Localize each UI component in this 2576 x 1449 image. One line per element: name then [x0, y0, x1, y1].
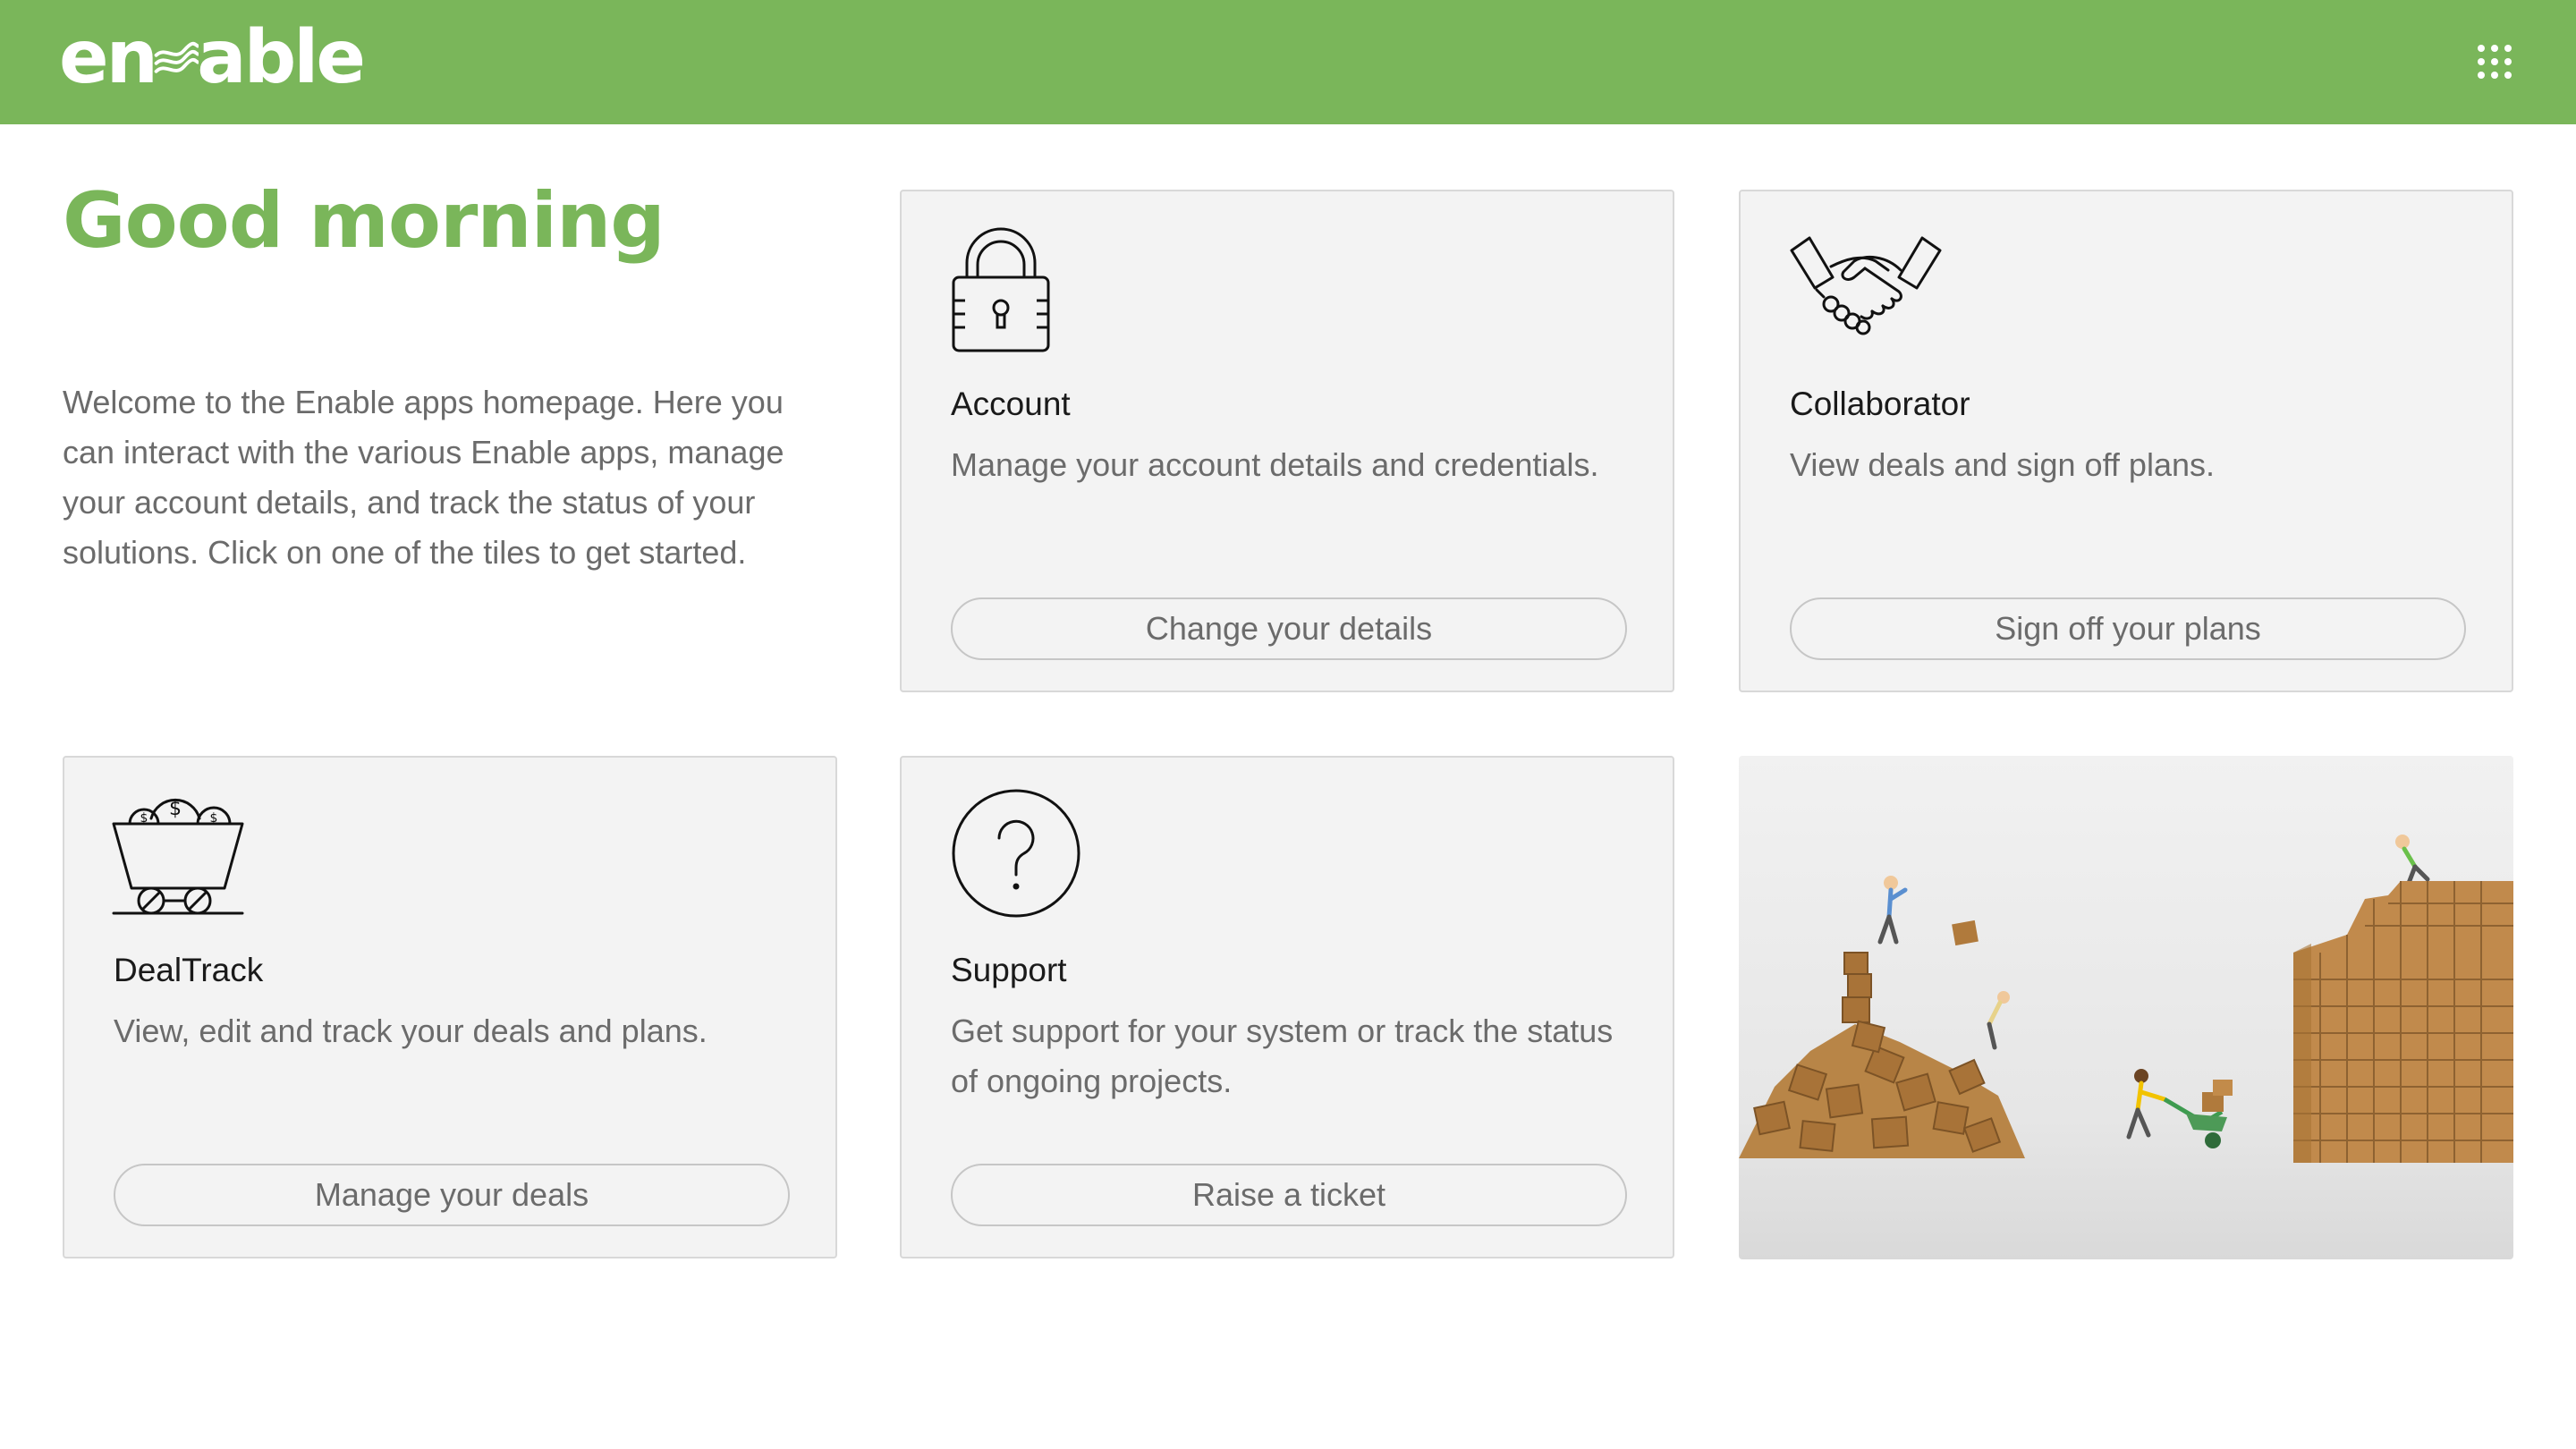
- tile-title: DealTrack: [114, 952, 264, 988]
- boxes-illustration-drawing: [1739, 835, 2513, 1163]
- change-details-button[interactable]: Change your details: [951, 597, 1627, 660]
- page-title: Good morning: [63, 176, 665, 266]
- sign-off-plans-button[interactable]: Sign off your plans: [1790, 597, 2466, 660]
- tile-description: View deals and sign off plans.: [1790, 446, 2215, 483]
- money-cart-icon: $ $ $: [112, 798, 244, 915]
- top-bar: en able: [0, 0, 2576, 124]
- tile-dealtrack[interactable]: $ $ $ DealTrack View, edit and track you…: [63, 756, 837, 1258]
- tile-title: Collaborator: [1790, 386, 1970, 422]
- tile-description: Get support for your system or track the…: [951, 1013, 1614, 1099]
- handshake-icon: [1790, 236, 1942, 335]
- tile-account[interactable]: Account Manage your account details and …: [900, 190, 1674, 692]
- tile-description: View, edit and track your deals and plan…: [114, 1013, 708, 1049]
- tile-collaborator[interactable]: Collaborator View deals and sign off pla…: [1739, 190, 2513, 692]
- enable-logo[interactable]: en able: [59, 15, 366, 100]
- padlock-icon: [952, 227, 1050, 352]
- tile-support[interactable]: Support Get support for your system or t…: [900, 756, 1674, 1258]
- manage-deals-button[interactable]: Manage your deals: [114, 1164, 790, 1226]
- logo-waves-icon: [154, 41, 199, 73]
- apps-grid-icon[interactable]: [2478, 45, 2512, 79]
- svg-text:$: $: [169, 798, 182, 820]
- logo-text-en: en: [59, 15, 158, 100]
- question-mark-icon: [952, 789, 1080, 918]
- intro-text: Welcome to the Enable apps homepage. Her…: [63, 384, 784, 571]
- boxes-illustration: [1739, 756, 2513, 1259]
- raise-ticket-button[interactable]: Raise a ticket: [951, 1164, 1627, 1226]
- svg-text:$: $: [140, 811, 148, 826]
- tile-title: Support: [951, 952, 1067, 988]
- logo-text-able: able: [197, 15, 366, 100]
- svg-text:$: $: [210, 811, 218, 826]
- tile-title: Account: [951, 386, 1071, 422]
- tile-description: Manage your account details and credenti…: [951, 446, 1599, 483]
